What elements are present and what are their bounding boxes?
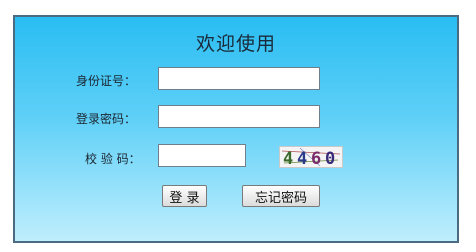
- forgot-password-button[interactable]: 忘记密码: [242, 185, 320, 207]
- captcha-digit-2: 4: [297, 149, 307, 167]
- password-label: 登录密码：: [76, 112, 137, 126]
- verification-code-input[interactable]: [158, 144, 246, 167]
- captcha-digit-1: 4: [283, 149, 293, 167]
- id-number-label: 身份证号：: [76, 74, 137, 88]
- id-number-input[interactable]: [158, 67, 320, 90]
- captcha-image[interactable]: 4 4 6 0: [279, 146, 343, 168]
- captcha-digit-3: 6: [311, 149, 321, 167]
- password-input[interactable]: [158, 105, 320, 128]
- login-button[interactable]: 登 录: [162, 185, 207, 207]
- captcha-digit-4: 0: [325, 149, 335, 167]
- panel-title: 欢迎使用: [195, 33, 276, 55]
- login-panel: 欢迎使用 身份证号： 登录密码： 校 验 码： 4 4 6 0 登 录 忘记密码: [13, 15, 459, 243]
- verification-code-label: 校 验 码：: [85, 152, 141, 166]
